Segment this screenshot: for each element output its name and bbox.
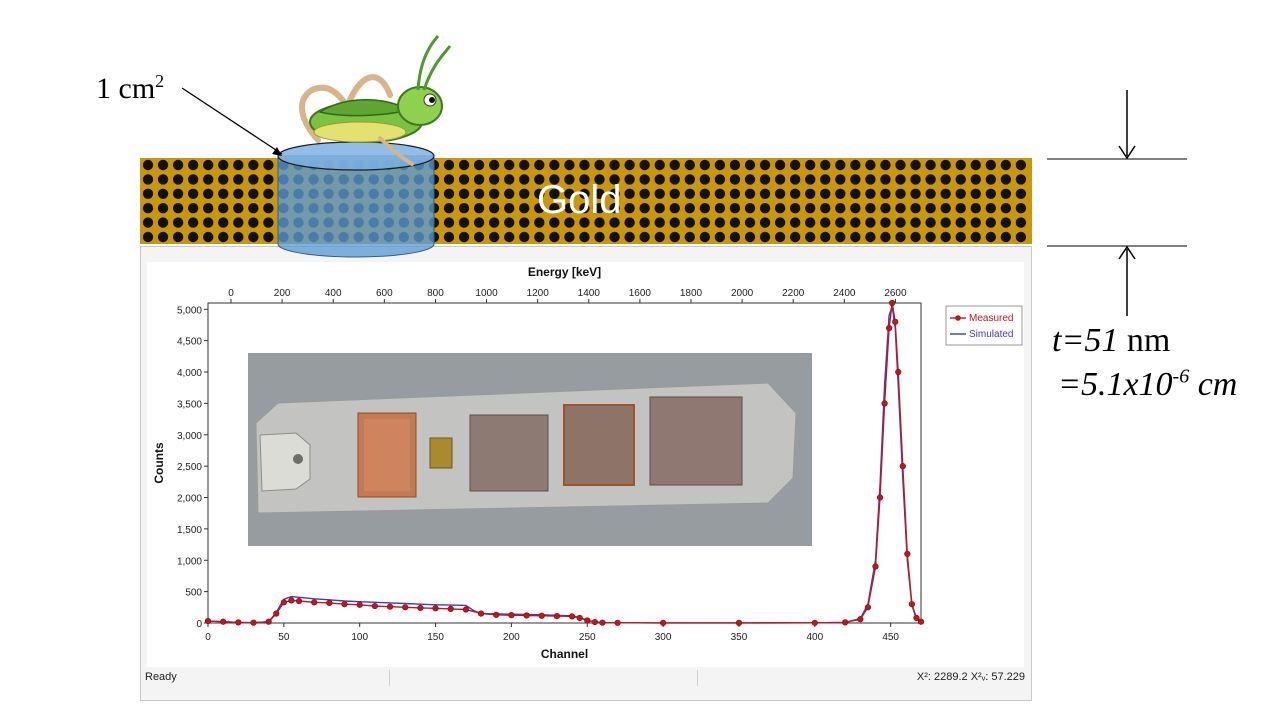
- chi-square-readout: X²: 2289.2 X²ᵥ: 57.229: [916, 671, 1025, 683]
- grasshopper-belly: [313, 121, 407, 143]
- pointer-arrow: [181, 87, 283, 155]
- status-divider: [697, 670, 698, 686]
- cylinder-top: [277, 141, 435, 171]
- cylinder-body: [277, 155, 435, 258]
- status-text: Ready: [145, 671, 177, 683]
- grasshopper-wing: [318, 99, 410, 117]
- grasshopper-head: [397, 86, 443, 126]
- status-bar: Ready X²: 2289.2 X²ᵥ: 57.229: [141, 668, 1031, 688]
- volume-cylinder: [277, 141, 435, 258]
- overlay-graphics: [181, 35, 1187, 316]
- grasshopper-pupil: [429, 97, 435, 103]
- status-divider: [389, 670, 390, 686]
